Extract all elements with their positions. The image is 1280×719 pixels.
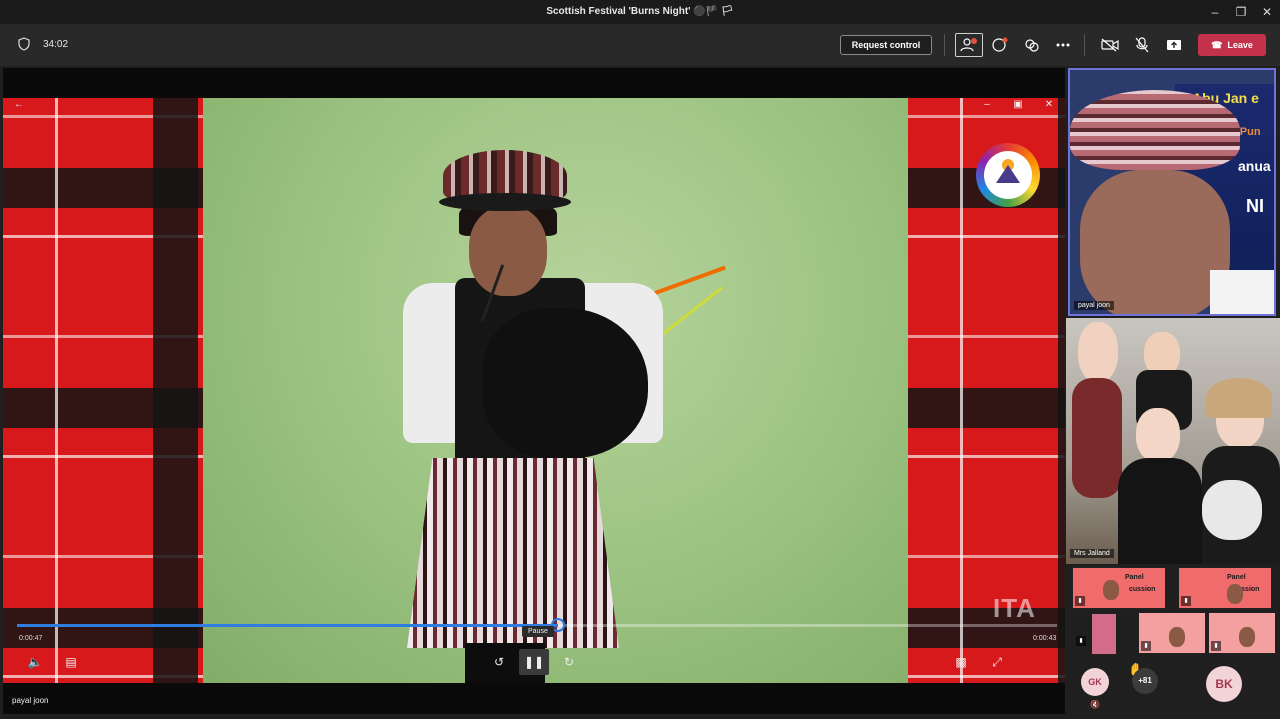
ita-watermark: ITA — [993, 593, 1036, 623]
shared-video[interactable] — [3, 98, 1065, 683]
time-total: 0:00:43 — [1033, 635, 1057, 642]
hang-up-icon: ☎ — [1211, 40, 1223, 50]
share-screen-icon — [1167, 40, 1181, 50]
child-right-hair — [1206, 378, 1272, 418]
sign-text-4: NI — [1246, 196, 1264, 216]
fullscreen-icon[interactable]: ⤢ — [987, 653, 1007, 671]
more-options-button[interactable] — [1049, 33, 1077, 57]
thumbnail-row-1: Panel cussion ▮ Panel cussion ▮ — [1066, 567, 1280, 611]
player-minimize-icon[interactable]: – — [979, 98, 995, 112]
thumbnail-text: Panel — [1227, 574, 1246, 581]
thumbnail-tile-small[interactable]: ▮ — [1072, 612, 1116, 654]
thumbnail-image — [1092, 614, 1116, 654]
reactions-icon — [1025, 39, 1039, 52]
time-elapsed: 0:00:47 — [19, 635, 43, 642]
mic-icon: ▮ — [1211, 641, 1221, 651]
participant-face — [1080, 170, 1230, 314]
people-icon — [960, 38, 977, 52]
participant-cap — [1070, 90, 1240, 170]
bagpipe-bag — [483, 308, 648, 458]
main-stage: ITA ← – ▣ ✕ Pause 0:00:47 0:00:43 🔈 ▤ ↺ … — [3, 68, 1065, 714]
mic-off-small-icon: 🔇 — [1090, 700, 1100, 709]
thumbnail-tile[interactable]: Panel cussion ▮ — [1072, 567, 1166, 609]
school-logo — [976, 143, 1040, 207]
back-arrow-icon[interactable]: ← — [11, 98, 27, 112]
title-bar: Scottish Festival 'Burns Night' ⚫🏴 🏳 – ❐… — [0, 0, 1280, 24]
thumbnail-row-2: ▮ ▮ ▮ — [1066, 612, 1280, 656]
toolbar-divider — [1084, 34, 1085, 56]
tartan-background-left — [3, 98, 203, 683]
picture-in-picture-icon[interactable]: ▩ — [951, 653, 971, 671]
more-icon — [1056, 43, 1070, 47]
camera-button[interactable] — [1096, 33, 1124, 57]
child-face — [469, 206, 547, 296]
presenter-name: payal joon — [12, 696, 49, 705]
minimize-icon[interactable]: – — [1206, 3, 1224, 21]
request-control-button[interactable]: Request control — [840, 35, 932, 55]
participants-button[interactable] — [955, 33, 983, 57]
mic-button[interactable] — [1128, 33, 1156, 57]
player-top-bar: ← – ▣ ✕ — [3, 98, 1065, 112]
volume-icon[interactable]: 🔈 — [25, 653, 45, 671]
thumbnail-text: cussion — [1129, 586, 1156, 593]
rewind-icon[interactable]: ↺ — [489, 653, 509, 671]
progress-fill — [17, 624, 558, 627]
player-close-icon[interactable]: ✕ — [1041, 98, 1057, 112]
leave-label: Leave — [1227, 40, 1253, 50]
leave-button[interactable]: ☎ Leave — [1198, 34, 1266, 56]
close-icon[interactable]: ✕ — [1258, 3, 1276, 21]
pause-tooltip: Pause — [522, 626, 554, 637]
mic-off-icon — [1135, 37, 1149, 53]
toy-sheep — [1202, 480, 1262, 540]
reactions-button[interactable] — [1018, 33, 1046, 57]
video-tile-mrs-jalland[interactable]: Mrs Jalland — [1066, 318, 1280, 564]
meeting-toolbar: 34:02 Request control ☎ Leave — [0, 24, 1280, 66]
video-tile-payal-joon[interactable]: Abu Jan e h Pun anua NI payal joon — [1068, 68, 1276, 316]
person-left — [1078, 322, 1118, 382]
mic-icon: ▮ — [1181, 596, 1191, 606]
avatar-gk[interactable]: GK — [1081, 668, 1109, 696]
participants-panel: Abu Jan e h Pun anua NI payal joon Mrs J… — [1066, 66, 1280, 719]
shield-icon — [18, 37, 30, 56]
child-front-face — [1136, 408, 1180, 462]
hat-brim — [439, 193, 571, 211]
sign-text-3: anua — [1238, 158, 1271, 174]
participant-name-label: payal joon — [1074, 301, 1114, 310]
participant-name-label: Mrs Jalland — [1070, 549, 1114, 558]
pause-button[interactable]: ❚❚ — [519, 649, 549, 675]
restore-icon[interactable]: ❐ — [1232, 3, 1250, 21]
child-kilt — [407, 458, 619, 648]
thumbnail-face — [1103, 580, 1119, 600]
player-popout-icon[interactable]: ▣ — [1010, 98, 1026, 112]
mic-icon: ▮ — [1076, 636, 1086, 646]
thumbnail-text: Panel — [1125, 574, 1144, 581]
more-participants-button[interactable]: +81 — [1132, 668, 1158, 694]
child-front-jumper — [1118, 458, 1202, 564]
forward-icon[interactable]: ↻ — [559, 653, 579, 671]
chat-icon — [992, 37, 1008, 52]
thumbnail-tile[interactable]: ▮ — [1138, 612, 1206, 654]
camera-off-icon — [1101, 38, 1119, 52]
thumbnail-tile[interactable]: ▮ — [1208, 612, 1276, 654]
toolbar-divider — [944, 34, 945, 56]
meeting-timer: 34:02 — [43, 39, 69, 50]
thumbnail-face — [1227, 584, 1243, 604]
mic-icon: ▮ — [1141, 641, 1151, 651]
thumbnail-face — [1239, 627, 1255, 647]
chat-button[interactable] — [986, 33, 1014, 57]
share-button[interactable] — [1160, 33, 1188, 57]
thumbnail-face — [1169, 627, 1185, 647]
window-title: Scottish Festival 'Burns Night' ⚫🏴 🏳 — [546, 6, 734, 17]
avatar-bk[interactable]: BK — [1206, 666, 1242, 702]
thumbnail-tile[interactable]: Panel cussion ▮ — [1178, 567, 1272, 609]
captions-icon[interactable]: ▤ — [61, 653, 81, 671]
participant-shirt — [1210, 270, 1274, 314]
mic-icon: ▮ — [1075, 596, 1085, 606]
person-left-body — [1072, 378, 1122, 498]
